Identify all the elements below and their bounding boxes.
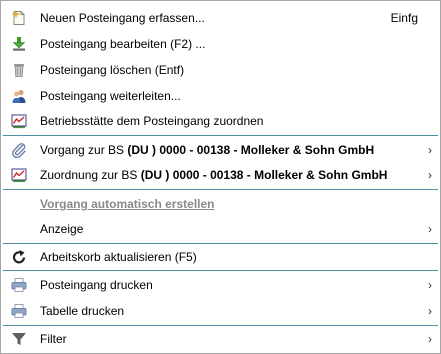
new-document-icon xyxy=(11,10,27,26)
refresh-icon xyxy=(11,249,27,265)
menu-separator xyxy=(3,270,438,271)
forward-users-icon xyxy=(11,88,27,104)
chevron-right-icon: › xyxy=(428,168,432,182)
menu-item-filter[interactable]: Filter › xyxy=(1,327,440,351)
chevron-right-icon: › xyxy=(428,278,432,292)
menu-item-process-to-site[interactable]: Vorgang zur BS (DU ) 0000 - 00138 - Moll… xyxy=(1,138,440,162)
menu-item-label: Anzeige xyxy=(40,222,84,236)
menu-item-print-table[interactable]: Tabelle drucken › xyxy=(1,299,440,323)
menu-item-new-incoming[interactable]: Neuen Posteingang erfassen... Einfg xyxy=(1,6,440,30)
menu-item-delete-incoming[interactable]: Posteingang löschen (Entf) xyxy=(1,58,440,82)
menu-item-assignment-to-site[interactable]: Zuordnung zur BS (DU ) 0000 - 00138 - Mo… xyxy=(1,163,440,187)
site-reference: (DU ) 0000 - 00138 - Molleker & Sohn Gmb… xyxy=(127,143,375,157)
menu-item-label: Neuen Posteingang erfassen... xyxy=(40,11,205,25)
menu-separator xyxy=(3,135,438,136)
chevron-right-icon: › xyxy=(428,222,432,236)
menu-item-label: Posteingang weiterleiten... xyxy=(40,89,181,103)
chevron-right-icon: › xyxy=(428,304,432,318)
assign-chart-icon xyxy=(11,167,27,183)
filter-icon xyxy=(11,331,27,347)
menu-separator xyxy=(3,325,438,326)
menu-item-assign-site[interactable]: Betriebsstätte dem Posteingang zuordnen xyxy=(1,109,440,133)
label-prefix: Zuordnung zur BS xyxy=(40,168,141,182)
label-prefix: Vorgang zur BS xyxy=(40,143,128,157)
menu-item-edit-incoming[interactable]: Posteingang bearbeiten (F2) ... xyxy=(1,32,440,56)
menu-item-label: Posteingang löschen (Entf) xyxy=(40,63,185,77)
menu-item-print-incoming[interactable]: Posteingang drucken › xyxy=(1,273,440,297)
menu-item-label: Zuordnung zur BS (DU ) 0000 - 00138 - Mo… xyxy=(40,163,387,187)
menu-item-auto-create-process: Vorgang automatisch erstellen xyxy=(1,192,440,216)
menu-item-view[interactable]: Anzeige › xyxy=(1,217,440,241)
menu-item-label: Betriebsstätte dem Posteingang zuordnen xyxy=(40,114,264,128)
menu-separator xyxy=(3,243,438,244)
printer-icon xyxy=(11,277,27,293)
paperclip-icon xyxy=(11,142,27,158)
chevron-right-icon: › xyxy=(428,143,432,157)
menu-item-forward-incoming[interactable]: Posteingang weiterleiten... xyxy=(1,84,440,108)
chevron-right-icon: › xyxy=(428,332,432,346)
printer-icon xyxy=(11,303,27,319)
menu-item-label: Tabelle drucken xyxy=(40,304,125,318)
edit-download-icon xyxy=(11,36,27,52)
menu-item-label: Posteingang drucken xyxy=(40,278,153,292)
site-reference: (DU ) 0000 - 00138 - Molleker & Sohn Gmb… xyxy=(140,168,388,182)
menu-item-label: Arbeitskorb aktualisieren (F5) xyxy=(40,250,197,264)
menu-item-label: Vorgang zur BS (DU ) 0000 - 00138 - Moll… xyxy=(40,138,374,162)
assign-chart-icon xyxy=(11,113,27,129)
menu-item-label: Vorgang automatisch erstellen xyxy=(40,197,215,211)
menu-item-label: Filter xyxy=(40,332,67,346)
menu-item-label: Posteingang bearbeiten (F2) ... xyxy=(40,37,206,51)
shortcut-text: Einfg xyxy=(390,11,418,25)
menu-item-refresh-workbasket[interactable]: Arbeitskorb aktualisieren (F5) xyxy=(1,245,440,269)
trash-icon xyxy=(11,62,27,78)
context-menu: Neuen Posteingang erfassen... Einfg Post… xyxy=(0,0,441,354)
menu-separator xyxy=(3,189,438,190)
